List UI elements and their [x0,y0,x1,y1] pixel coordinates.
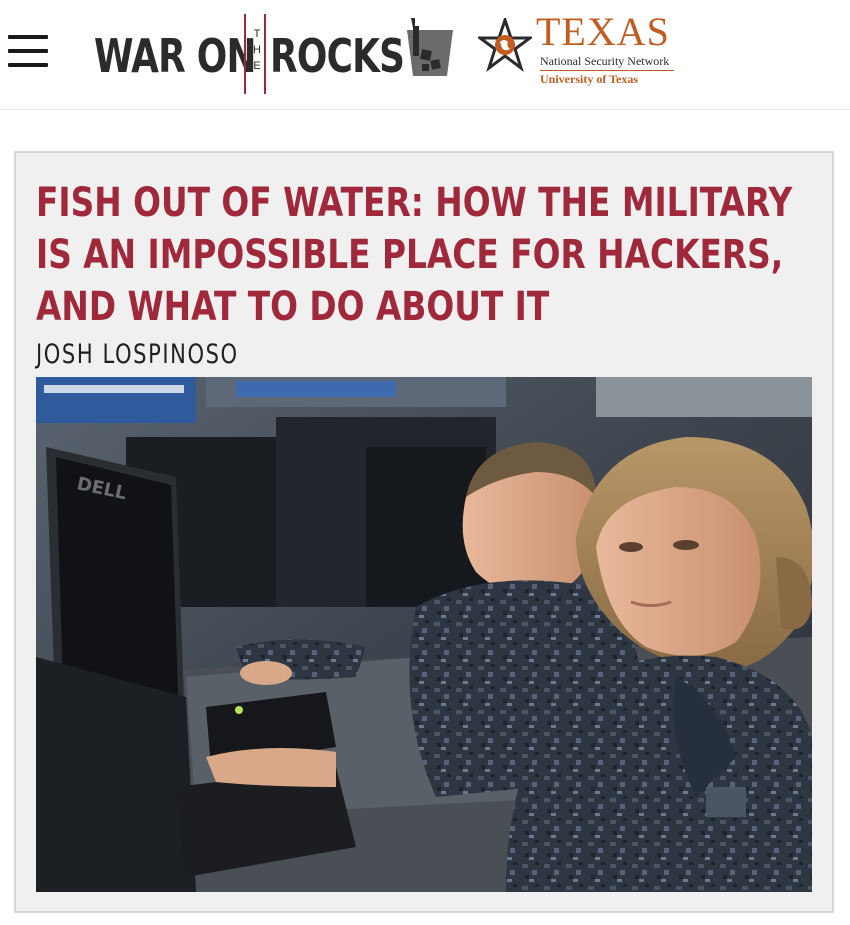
logo-letter-t: T [253,28,261,40]
texas-university: University of Texas [540,72,639,86]
logo-word-rocks: ROCKS [270,29,405,83]
texas-subtitle: National Security Network [540,54,670,68]
menu-bar-middle [8,49,48,53]
rocks-glass-icon [407,18,453,76]
logo-letter-e: E [253,60,261,72]
site-header: WAR ON T H E ROCKS TEXAS National Securi… [0,0,850,110]
texas-wordmark: TEXAS [536,9,670,54]
war-on-the-rocks-logo[interactable]: WAR ON T H E ROCKS [94,12,456,96]
logo-divider-right [264,14,266,94]
logo-word-the: T H E [251,26,263,74]
menu-bar-bottom [8,63,48,67]
logo-divider-left [244,14,246,94]
article-card: FISH OUT OF WATER: HOW THE MILITARY IS A… [14,151,834,913]
menu-bar-top [8,35,48,39]
texas-divider [540,70,674,71]
texas-national-security-network-logo[interactable]: TEXAS National Security Network Universi… [478,10,678,92]
logo-letter-h: H [253,44,261,56]
star-globe-icon [478,18,532,72]
article-author[interactable]: JOSH LOSPINOSO [36,339,239,370]
logo-word-war-on: WAR ON [94,29,256,83]
article-hero-image[interactable]: DELL [36,377,812,892]
sailors-at-computers-illustration: DELL [36,377,812,892]
article-title[interactable]: FISH OUT OF WATER: HOW THE MILITARY IS A… [36,177,807,333]
hamburger-menu-icon[interactable] [8,32,50,72]
